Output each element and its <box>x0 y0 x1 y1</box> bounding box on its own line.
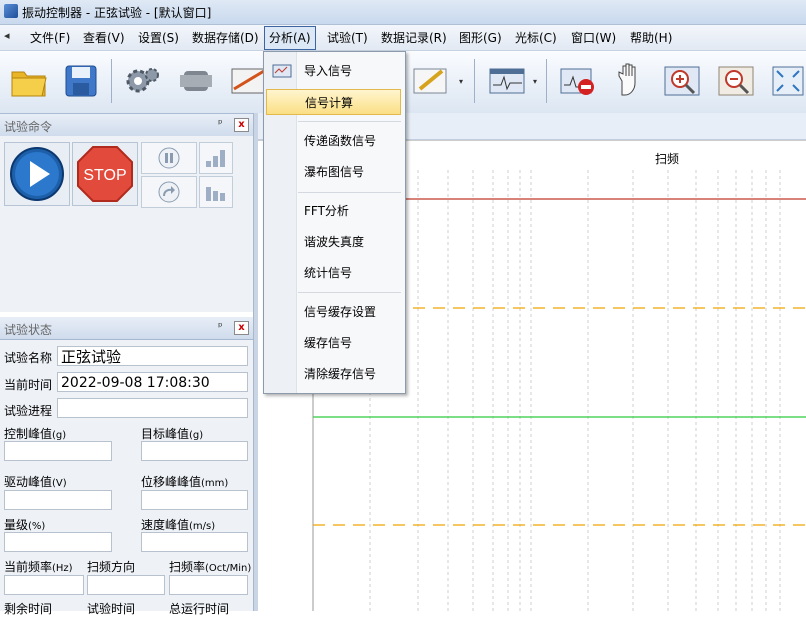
redo-button[interactable] <box>141 176 197 208</box>
play-icon <box>10 147 64 201</box>
current-time-label: 当前时间 <box>4 378 53 392</box>
menu-window[interactable]: 窗口(W) <box>569 29 618 47</box>
menu-bar: ◂ 文件(F) 查看(V) 设置(S) 数据存储(D) 分析(A) 试验(T) … <box>0 25 806 51</box>
menu-cursor[interactable]: 光标(C) <box>513 29 559 47</box>
sweep-dir-label: 扫频方向 <box>87 560 136 574</box>
menu-data-storage[interactable]: 数据存储(D) <box>190 29 261 47</box>
sweep-rate-field <box>169 575 248 595</box>
zoom-in-icon[interactable] <box>659 57 705 105</box>
total-time-label: 总运行时间 <box>169 602 230 616</box>
menu-analysis[interactable]: 分析(A) <box>264 26 316 50</box>
control-peak-label: 控制峰值(g) <box>4 427 67 441</box>
velocity-peak-label: 速度峰值(m/s) <box>141 518 216 532</box>
menu-data-record[interactable]: 数据记录(R) <box>379 29 449 47</box>
menu-help[interactable]: 帮助(H) <box>628 29 674 47</box>
import-signal-icon <box>272 64 292 78</box>
command-panel-title: 试验命令 <box>4 120 53 134</box>
menu-item-cache-settings[interactable]: 信号缓存设置 <box>266 299 401 325</box>
waveform-window-icon[interactable] <box>484 57 530 105</box>
menu-item-clear-cache[interactable]: 清除缓存信号 <box>266 361 401 387</box>
drive-peak-label: 驱动峰值(V) <box>4 475 67 489</box>
status-panel-title: 试验状态 <box>4 323 53 337</box>
menu-item-statistics[interactable]: 统计信号 <box>266 260 401 286</box>
level-button[interactable] <box>199 176 233 208</box>
open-folder-icon[interactable] <box>6 57 52 105</box>
stop-button[interactable]: STOP <box>72 142 138 206</box>
redo-arrow-icon <box>158 181 180 203</box>
pencil-chart-icon[interactable] <box>407 57 453 105</box>
zoom-out-icon[interactable] <box>713 57 759 105</box>
pause-icon <box>158 147 180 169</box>
level-label: 量级(%) <box>4 518 46 532</box>
level-field <box>4 532 112 552</box>
system-menu-icon[interactable]: ◂ <box>4 29 10 42</box>
remaining-time-label: 剩余时间 <box>4 602 53 616</box>
progress-label: 试验进程 <box>4 404 53 418</box>
menu-file[interactable]: 文件(F) <box>28 29 72 47</box>
menu-item-waterfall[interactable]: 瀑布图信号 <box>266 159 401 185</box>
disp-peak-label: 位移峰峰值(mm) <box>141 475 229 489</box>
menu-item-fft[interactable]: FFT分析 <box>266 198 401 224</box>
title-bar: 振动控制器 - 正弦试验 - [默认窗口] <box>0 0 806 25</box>
step-up-button[interactable] <box>199 142 233 174</box>
test-time-label: 试验时间 <box>87 602 136 616</box>
status-panel-header: 试验状态 ᵖ x <box>0 317 253 340</box>
stop-label: STOP <box>83 167 126 184</box>
pin-icon[interactable]: ᵖ <box>218 117 223 130</box>
close-icon[interactable]: x <box>234 321 249 335</box>
stop-waveform-icon[interactable] <box>555 57 601 105</box>
fit-view-icon[interactable] <box>765 57 806 105</box>
velocity-peak-field <box>141 532 248 552</box>
sweep-rate-label: 扫频率(Oct/Min) <box>169 560 252 574</box>
test-name-label: 试验名称 <box>4 351 53 365</box>
menu-settings[interactable]: 设置(S) <box>136 29 181 47</box>
cylinder-icon[interactable] <box>173 57 219 105</box>
play-button[interactable] <box>4 142 70 206</box>
drive-peak-field <box>4 490 112 510</box>
target-peak-field <box>141 441 248 461</box>
disp-peak-field <box>141 490 248 510</box>
pin-icon[interactable]: ᵖ <box>218 320 223 333</box>
menu-view[interactable]: 查看(V) <box>81 29 127 47</box>
menu-item-import-signal[interactable]: 导入信号 <box>266 58 401 84</box>
current-time-field: 2022-09-08 17:08:30 <box>57 372 248 392</box>
pause-button[interactable] <box>141 142 197 174</box>
bars-level-icon <box>206 187 225 201</box>
menu-item-transfer-function[interactable]: 传递函数信号 <box>266 128 401 154</box>
control-peak-field <box>4 441 112 461</box>
menu-item-cache-signal[interactable]: 缓存信号 <box>266 330 401 356</box>
menu-test[interactable]: 试验(T) <box>325 29 370 47</box>
target-peak-label: 目标峰值(g) <box>141 427 204 441</box>
save-disk-icon[interactable] <box>58 57 104 105</box>
sweep-dir-field <box>87 575 165 595</box>
menu-graph[interactable]: 图形(G) <box>457 29 504 47</box>
command-panel: STOP <box>0 136 256 312</box>
gear-icon[interactable] <box>119 57 165 105</box>
menu-item-harmonic-distortion[interactable]: 谐波失真度 <box>266 229 401 255</box>
close-icon[interactable]: x <box>234 118 249 132</box>
hand-pan-icon[interactable] <box>607 57 653 105</box>
progress-field <box>57 398 248 418</box>
status-panel: 试验名称 正弦试验 当前时间 2022-09-08 17:08:30 试验进程 … <box>0 340 256 616</box>
current-freq-field <box>4 575 84 595</box>
analysis-menu: 导入信号 信号计算 传递函数信号 瀑布图信号 FFT分析 谐波失真度 统计信号 … <box>263 51 406 394</box>
window-title: 振动控制器 - 正弦试验 - [默认窗口] <box>22 6 212 20</box>
current-freq-label: 当前频率(Hz) <box>4 560 73 574</box>
menu-item-signal-calc[interactable]: 信号计算 <box>266 89 401 115</box>
bars-up-icon <box>206 150 225 167</box>
command-panel-header: 试验命令 ᵖ x <box>0 114 253 137</box>
test-name-field: 正弦试验 <box>57 346 248 366</box>
app-icon <box>4 4 18 18</box>
